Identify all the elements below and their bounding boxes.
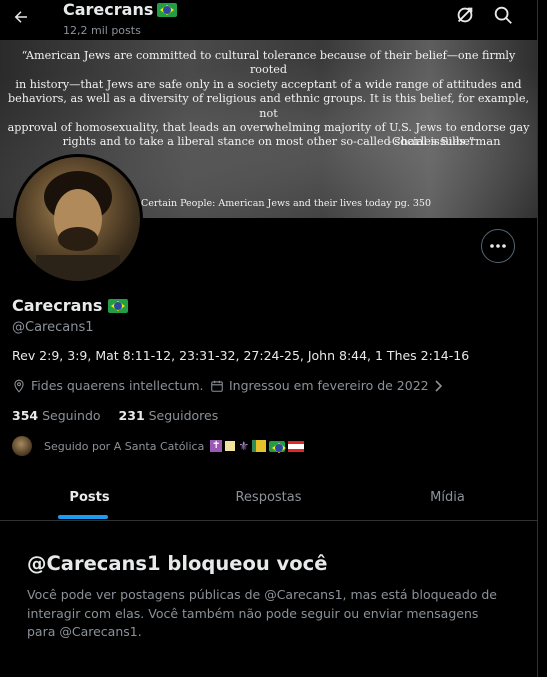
quote-line: in history—that Jews are safe only in a … bbox=[15, 77, 522, 91]
brazil-flag-icon bbox=[269, 440, 287, 453]
joined-text: Ingressou em fevereiro de 2022 bbox=[229, 378, 429, 393]
followers-link[interactable]: 231 Seguidores bbox=[119, 408, 219, 423]
profile-joined[interactable]: Ingressou em fevereiro de 2022 bbox=[210, 378, 444, 393]
scroll-emoji-icon bbox=[225, 441, 236, 451]
followed-by[interactable]: Seguido por A Santa Católica ✝ ⚜ bbox=[12, 436, 305, 456]
chevron-right-icon bbox=[435, 379, 442, 392]
followers-label: Seguidores bbox=[148, 408, 219, 423]
tab-media[interactable]: Mídia bbox=[358, 474, 537, 520]
quote-author: -Charles Silberman bbox=[388, 134, 501, 148]
more-options-button[interactable] bbox=[481, 229, 515, 263]
followed-by-text: Seguido por A Santa Católica bbox=[44, 439, 205, 453]
search-icon[interactable] bbox=[492, 4, 516, 28]
profile-name: Carecrans bbox=[12, 296, 129, 315]
shield-emoji-icon bbox=[252, 440, 267, 452]
location-text: Fides quaerens intellectum. bbox=[31, 378, 204, 393]
side-panel-edge bbox=[537, 0, 547, 677]
active-tab-indicator bbox=[58, 515, 108, 519]
quote-line: behaviors, as well as a diversity of rel… bbox=[7, 92, 530, 120]
following-label: Seguindo bbox=[42, 408, 101, 423]
profile-bio: Rev 2:9, 3:9, Mat 8:11-12, 23:31-32, 27:… bbox=[12, 348, 470, 363]
post-count: 12,2 mil posts bbox=[63, 24, 141, 37]
brazil-flag-icon bbox=[157, 2, 178, 17]
follow-stats: 354 Seguindo 231 Seguidores bbox=[12, 408, 218, 423]
following-link[interactable]: 354 Seguindo bbox=[12, 408, 101, 423]
back-arrow-icon[interactable] bbox=[8, 4, 34, 30]
profile-avatar[interactable] bbox=[13, 154, 143, 284]
quote-line: “American Jews are committed to cultural… bbox=[21, 49, 516, 77]
tab-posts[interactable]: Posts bbox=[0, 474, 179, 520]
emoji-badges: ✝ ⚜ bbox=[210, 439, 305, 453]
profile-name-text: Carecrans bbox=[12, 296, 103, 315]
blocked-icon-button[interactable] bbox=[454, 4, 478, 28]
profile-handle: @Carecans1 bbox=[12, 320, 94, 335]
profile-location: Fides quaerens intellectum. bbox=[12, 378, 204, 393]
calendar-icon bbox=[211, 380, 223, 392]
quote-source: Certain People: American Jews and their … bbox=[141, 198, 432, 209]
lebanon-flag-icon bbox=[288, 440, 305, 452]
brazil-flag-icon bbox=[108, 298, 129, 313]
follower-avatar bbox=[12, 436, 32, 456]
blocked-message: Você pode ver postagens públicas de @Car… bbox=[27, 587, 498, 639]
profile-tabs: Posts Respostas Mídia bbox=[0, 474, 537, 521]
fleur-de-lis-icon: ⚜ bbox=[238, 439, 250, 453]
header-title: Carecrans bbox=[63, 0, 178, 19]
header-name: Carecrans bbox=[63, 0, 154, 19]
location-pin-icon bbox=[14, 379, 24, 393]
tab-replies[interactable]: Respostas bbox=[179, 474, 358, 520]
cross-emoji-icon: ✝ bbox=[210, 440, 223, 452]
blocked-title: @Carecans1 bloqueou você bbox=[27, 552, 328, 575]
following-count: 354 bbox=[12, 408, 39, 423]
followers-count: 231 bbox=[118, 408, 145, 423]
